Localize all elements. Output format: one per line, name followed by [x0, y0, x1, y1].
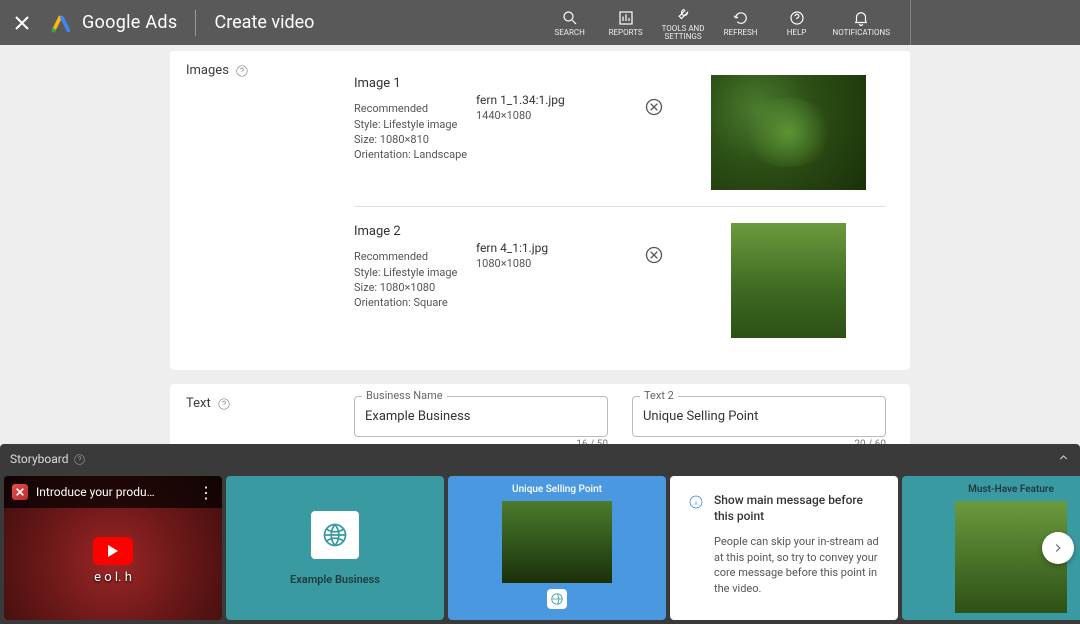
wrench-icon: [674, 5, 692, 23]
tool-label: NOTIFICATIONS: [833, 29, 890, 37]
play-button[interactable]: [93, 537, 133, 565]
remove-image-button[interactable]: [644, 97, 664, 117]
slide-caption: Must-Have Feature: [968, 484, 1054, 495]
close-button[interactable]: [12, 13, 32, 33]
text2-field: Text 2 20 / 60: [632, 396, 886, 444]
slide-caption: e o l. h: [4, 570, 222, 585]
help-icon: [788, 9, 806, 27]
image-thumbnail[interactable]: [731, 223, 846, 338]
tools-settings[interactable]: TOOLS AND SETTINGS: [662, 5, 705, 41]
business-name-field: Business Name 16 / 50: [354, 396, 608, 444]
refresh-icon: [732, 9, 750, 27]
storyboard-label: Storyboard: [10, 452, 68, 466]
image-meta: Image 2 Recommended Style: Lifestyle ima…: [354, 223, 472, 311]
product-logo: Google Ads: [50, 12, 177, 34]
help-icon[interactable]: [73, 453, 86, 466]
slide-chip-icon: [547, 589, 567, 609]
product-name: Google Ads: [82, 12, 177, 33]
info-title: Show main message before this point: [714, 492, 880, 524]
text-card: Text Business Name 16 / 50 Text 2 20 / 6…: [170, 384, 910, 444]
storyboard-header: Storyboard: [0, 444, 1080, 474]
content-area: Images Image 1 Recommended Style: Lifest…: [0, 45, 1080, 444]
help-icon[interactable]: [217, 397, 231, 411]
header-divider: [195, 10, 196, 36]
notifications-tool[interactable]: NOTIFICATIONS: [833, 9, 890, 37]
video-error-icon: [12, 484, 28, 500]
reports-tool[interactable]: REPORTS: [606, 9, 646, 37]
image-row-1: Image 1 Recommended Style: Lifestyle ima…: [354, 63, 886, 202]
tool-label: REFRESH: [724, 29, 758, 37]
help-tool[interactable]: HELP: [777, 9, 817, 37]
storyboard-info-card: Show main message before this point Peop…: [670, 476, 898, 620]
images-card: Images Image 1 Recommended Style: Lifest…: [170, 51, 910, 370]
storyboard-panel: Storyboard Introduce your produ… ⋮ e o l…: [0, 444, 1080, 624]
image-filename: fern 1_1.34:1.jpg 1440×1080: [476, 75, 626, 122]
page-title: Create video: [214, 12, 314, 33]
storyboard-slide-intro[interactable]: Introduce your produ… ⋮ e o l. h: [4, 476, 222, 620]
storyboard-track[interactable]: Introduce your produ… ⋮ e o l. h Example…: [4, 476, 1080, 620]
tool-label: TOOLS AND SETTINGS: [662, 25, 705, 41]
slide-title: Introduce your produ…: [36, 485, 155, 499]
search-tool[interactable]: SEARCH: [550, 9, 590, 37]
help-icon[interactable]: [235, 64, 249, 78]
tool-label: REPORTS: [609, 29, 643, 37]
chevron-up-icon: [1057, 451, 1070, 464]
slide-caption: Unique Selling Point: [512, 484, 602, 495]
storyboard-slide-business[interactable]: Example Business: [226, 476, 444, 620]
header-tools: SEARCH REPORTS TOOLS AND SETTINGS REFRES…: [550, 0, 890, 45]
bell-icon: [852, 9, 870, 27]
collapse-button[interactable]: [1052, 451, 1070, 467]
image-row-2: Image 2 Recommended Style: Lifestyle ima…: [354, 211, 886, 350]
more-icon[interactable]: ⋮: [198, 483, 214, 502]
business-icon: [311, 511, 359, 559]
tool-label: SEARCH: [554, 29, 584, 37]
app-header: Google Ads Create video SEARCH REPORTS T…: [0, 0, 1080, 45]
storyboard-slide-usp[interactable]: Unique Selling Point: [448, 476, 666, 620]
image-meta: Image 1 Recommended Style: Lifestyle ima…: [354, 75, 472, 163]
slide-label: Example Business: [290, 573, 380, 586]
business-name-input[interactable]: [354, 396, 608, 437]
account-panel[interactable]: [910, 0, 1080, 45]
field-label: Business Name: [362, 389, 447, 402]
info-body: People can skip your in-stream ad at thi…: [714, 534, 880, 596]
remove-image-button[interactable]: [644, 245, 664, 265]
images-section-label: Images: [186, 63, 249, 78]
text2-input[interactable]: [632, 396, 886, 437]
image-thumbnail[interactable]: [711, 75, 866, 190]
text-section-label: Text: [186, 396, 231, 411]
google-ads-icon: [50, 12, 72, 34]
tool-label: HELP: [787, 29, 807, 37]
image-filename: fern 4_1:1.jpg 1080×1080: [476, 223, 626, 270]
chevron-right-icon: [1051, 541, 1065, 555]
refresh-tool[interactable]: REFRESH: [721, 9, 761, 37]
slide-image: [502, 501, 612, 583]
search-icon: [561, 9, 579, 27]
info-icon: [688, 494, 704, 510]
next-button[interactable]: [1042, 532, 1074, 564]
field-label: Text 2: [640, 389, 678, 402]
row-separator: [354, 206, 886, 207]
reports-icon: [617, 9, 635, 27]
